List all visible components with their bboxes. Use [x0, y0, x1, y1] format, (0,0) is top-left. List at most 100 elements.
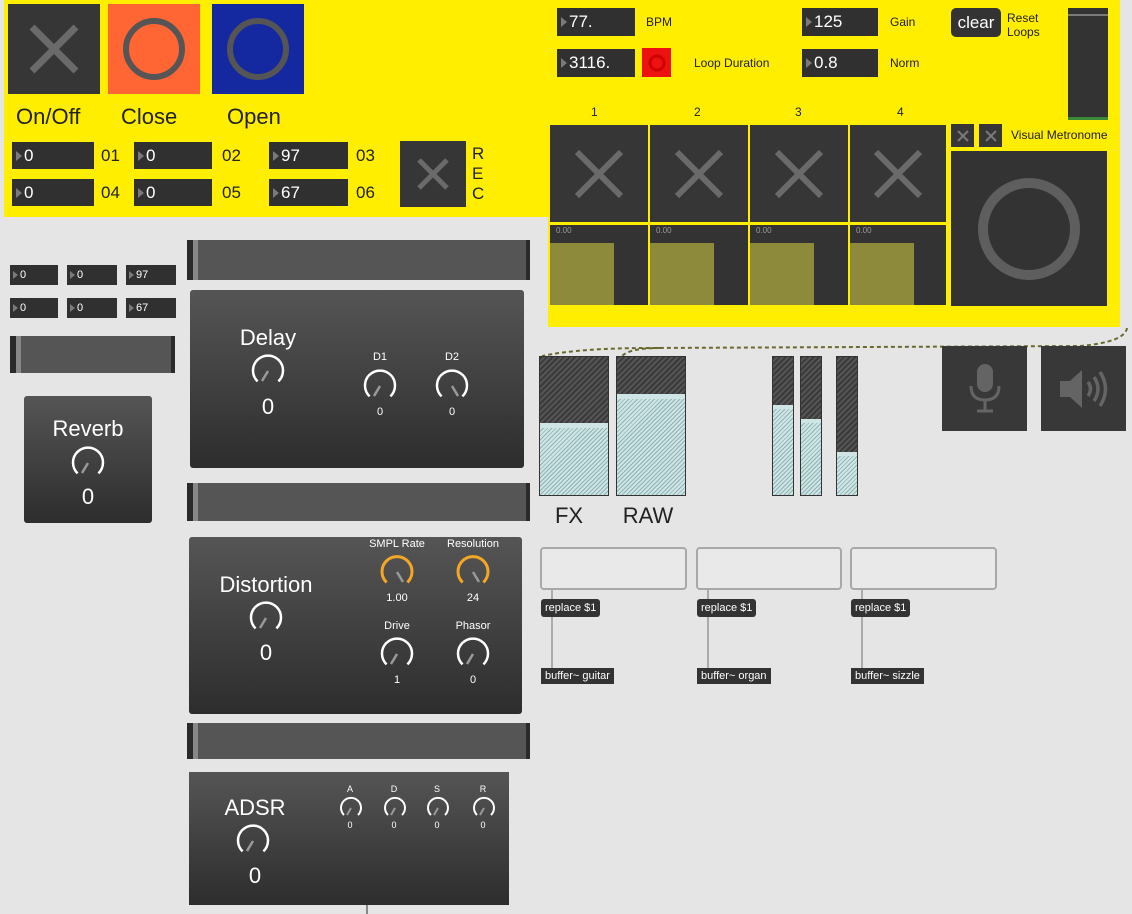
preset-number-04[interactable]: 0 [12, 179, 94, 206]
delay-slider[interactable] [187, 240, 530, 280]
smpl-rate-dial[interactable] [379, 554, 415, 590]
metronome-toggle-2[interactable] [979, 124, 1002, 147]
speaker-icon [1059, 369, 1107, 408]
mic-button[interactable] [942, 346, 1027, 431]
track-level-2[interactable]: 0.00 [650, 225, 748, 305]
rec-label: R E C [472, 144, 485, 203]
d2-dial[interactable] [434, 368, 470, 404]
d2-value: 0 [448, 406, 456, 418]
adsr-slider[interactable] [187, 723, 530, 759]
sustain-dial[interactable] [426, 796, 450, 820]
track-level-value-3: 0.00 [756, 226, 772, 235]
track-level-4[interactable]: 0.00 [850, 225, 946, 305]
x-icon [984, 129, 997, 142]
release-label: R [479, 784, 487, 794]
mini-number-1[interactable]: 0 [10, 265, 58, 285]
delay-title: Delay [239, 325, 297, 350]
attack-label: A [346, 784, 353, 794]
circle-icon [648, 54, 665, 71]
bpm-number[interactable]: 77. [557, 8, 635, 36]
reverb-dial[interactable] [70, 445, 106, 481]
d1-dial[interactable] [362, 368, 398, 404]
replace-message-guitar[interactable]: replace $1 [541, 599, 601, 617]
adsr-dial[interactable] [235, 823, 271, 859]
preset-number-05[interactable]: 0 [134, 179, 212, 206]
resolution-value: 24 [466, 592, 480, 604]
loop-duration-number[interactable]: 3116. [557, 49, 635, 77]
resolution-dial[interactable] [455, 554, 491, 590]
preset-label-05: 05 [222, 183, 241, 202]
close-label: Close [121, 104, 178, 129]
clear-button[interactable]: clear [951, 8, 1001, 37]
mini-number-3[interactable]: 97 [126, 265, 176, 285]
preset-number-02[interactable]: 0 [134, 142, 212, 169]
buffer-object-guitar[interactable]: buffer~ guitar [541, 668, 614, 684]
preset-number-03[interactable]: 97 [269, 142, 348, 169]
buffer-drop-guitar[interactable] [540, 547, 687, 590]
track-toggle-3[interactable] [750, 125, 848, 222]
delay-dial[interactable] [250, 353, 286, 389]
x-icon [873, 149, 923, 198]
gain-number[interactable]: 125 [802, 8, 878, 36]
x-icon [29, 24, 79, 74]
attack-dial[interactable] [339, 796, 363, 820]
x-icon [956, 129, 969, 142]
buffer-object-organ[interactable]: buffer~ organ [697, 668, 771, 684]
buffer-object-sizzle[interactable]: buffer~ sizzle [851, 668, 924, 684]
sustain-label: S [433, 784, 440, 794]
small-meter-1 [772, 356, 794, 496]
mini-number-5[interactable]: 0 [67, 298, 117, 318]
track-toggle-4[interactable] [850, 125, 946, 222]
mini-number-6[interactable]: 67 [126, 298, 176, 318]
buffer-drop-organ[interactable] [696, 547, 842, 590]
smpl-rate-label: SMPL Rate [369, 538, 425, 550]
speaker-button[interactable] [1041, 346, 1126, 431]
circle-icon [123, 18, 185, 80]
metronome-button[interactable] [951, 151, 1107, 306]
close-button[interactable] [108, 4, 200, 94]
sustain-value: 0 [434, 820, 440, 830]
replace-message-organ[interactable]: replace $1 [697, 599, 757, 617]
replace-message-sizzle[interactable]: replace $1 [851, 599, 911, 617]
reverb-slider[interactable] [10, 336, 175, 373]
open-label: Open [227, 104, 281, 129]
mini-number-2[interactable]: 0 [67, 265, 117, 285]
preset-label-02: 02 [222, 146, 241, 165]
small-meter-level-1 [773, 405, 793, 495]
distortion-value: 0 [259, 640, 273, 665]
phasor-dial[interactable] [455, 636, 491, 672]
adsr-panel: ADSR 0 A 0 D 0 S 0 R 0 [189, 772, 509, 905]
distortion-dial[interactable] [248, 600, 284, 636]
drive-dial[interactable] [379, 636, 415, 672]
track-level-value-4: 0.00 [856, 226, 872, 235]
d1-value: 0 [376, 406, 384, 418]
release-dial[interactable] [472, 796, 496, 820]
record-button[interactable] [642, 48, 671, 77]
gain-label: Gain [890, 15, 916, 29]
metronome-toggle-1[interactable] [951, 124, 974, 147]
open-button[interactable] [212, 4, 304, 94]
smpl-rate-value: 1.00 [386, 592, 408, 604]
raw-meter-level [617, 394, 685, 495]
mini-number-4[interactable]: 0 [10, 298, 58, 318]
track-level-1[interactable]: 0.00 [550, 225, 648, 305]
rec-toggle[interactable] [400, 141, 466, 207]
preset-number-06[interactable]: 67 [269, 179, 348, 206]
track-toggle-2[interactable] [650, 125, 748, 222]
delay-value: 0 [261, 394, 275, 419]
track-level-fill-1 [550, 243, 614, 305]
preset-number-01[interactable]: 0 [12, 142, 94, 169]
track-toggle-1[interactable] [550, 125, 648, 222]
distortion-slider[interactable] [187, 483, 530, 521]
onoff-toggle[interactable] [8, 4, 100, 94]
track-level-3[interactable]: 0.00 [750, 225, 848, 305]
track-level-value-2: 0.00 [656, 226, 672, 235]
norm-number[interactable]: 0.8 [802, 49, 878, 77]
decay-dial[interactable] [383, 796, 407, 820]
preset-label-04: 04 [101, 183, 120, 202]
metronome-label: Visual Metronome [1011, 128, 1108, 142]
buffer-drop-sizzle[interactable] [850, 547, 997, 590]
x-icon [774, 149, 824, 198]
phasor-label: Phasor [455, 620, 491, 632]
microphone-icon [969, 363, 1000, 412]
